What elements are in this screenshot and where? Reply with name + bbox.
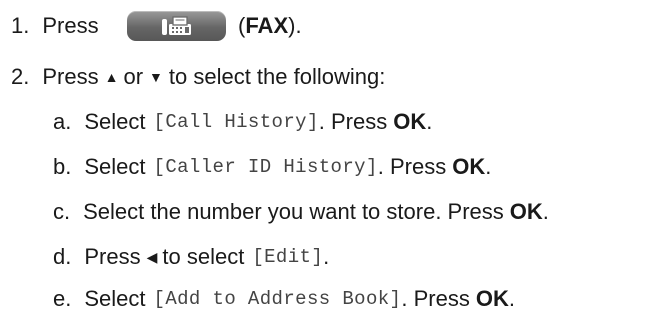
- substep-e: e. Select [Add to Address Book]. Press O…: [53, 286, 515, 311]
- fax-machine-icon: [161, 16, 191, 35]
- fax-button: [127, 11, 226, 41]
- step-1: 1. Press: [0, 9, 99, 43]
- ok-key-label: OK: [509, 199, 543, 224]
- fax-key-label: FAX: [245, 13, 289, 38]
- substep-b: b. Select [Caller ID History]. Press OK.: [53, 154, 492, 179]
- step-number: 1.: [11, 13, 30, 38]
- step-2: 2. Press ▲ or ▼ to select the following:: [11, 64, 386, 89]
- left-triangle-icon: ◀: [146, 249, 158, 265]
- substep-c: c. Select the number you want to store. …: [53, 199, 549, 224]
- menu-item-add-to-address-book: [Add to Address Book]: [153, 287, 402, 310]
- step-text: Press: [42, 13, 99, 38]
- menu-item-caller-id-history: [Caller ID History]: [153, 155, 378, 178]
- ok-key-label: OK: [475, 286, 509, 311]
- step-1-label: (FAX).: [238, 13, 302, 38]
- up-triangle-icon: ▲: [104, 69, 119, 85]
- step-number: 2.: [11, 64, 30, 89]
- substep-a: a. Select [Call History]. Press OK.: [53, 109, 433, 134]
- menu-item-edit: [Edit]: [252, 245, 324, 268]
- menu-item-call-history: [Call History]: [153, 110, 319, 133]
- down-triangle-icon: ▼: [149, 69, 163, 85]
- ok-key-label: OK: [393, 109, 427, 134]
- ok-key-label: OK: [452, 154, 486, 179]
- substep-d: d. Press ◀ to select [Edit].: [53, 244, 330, 269]
